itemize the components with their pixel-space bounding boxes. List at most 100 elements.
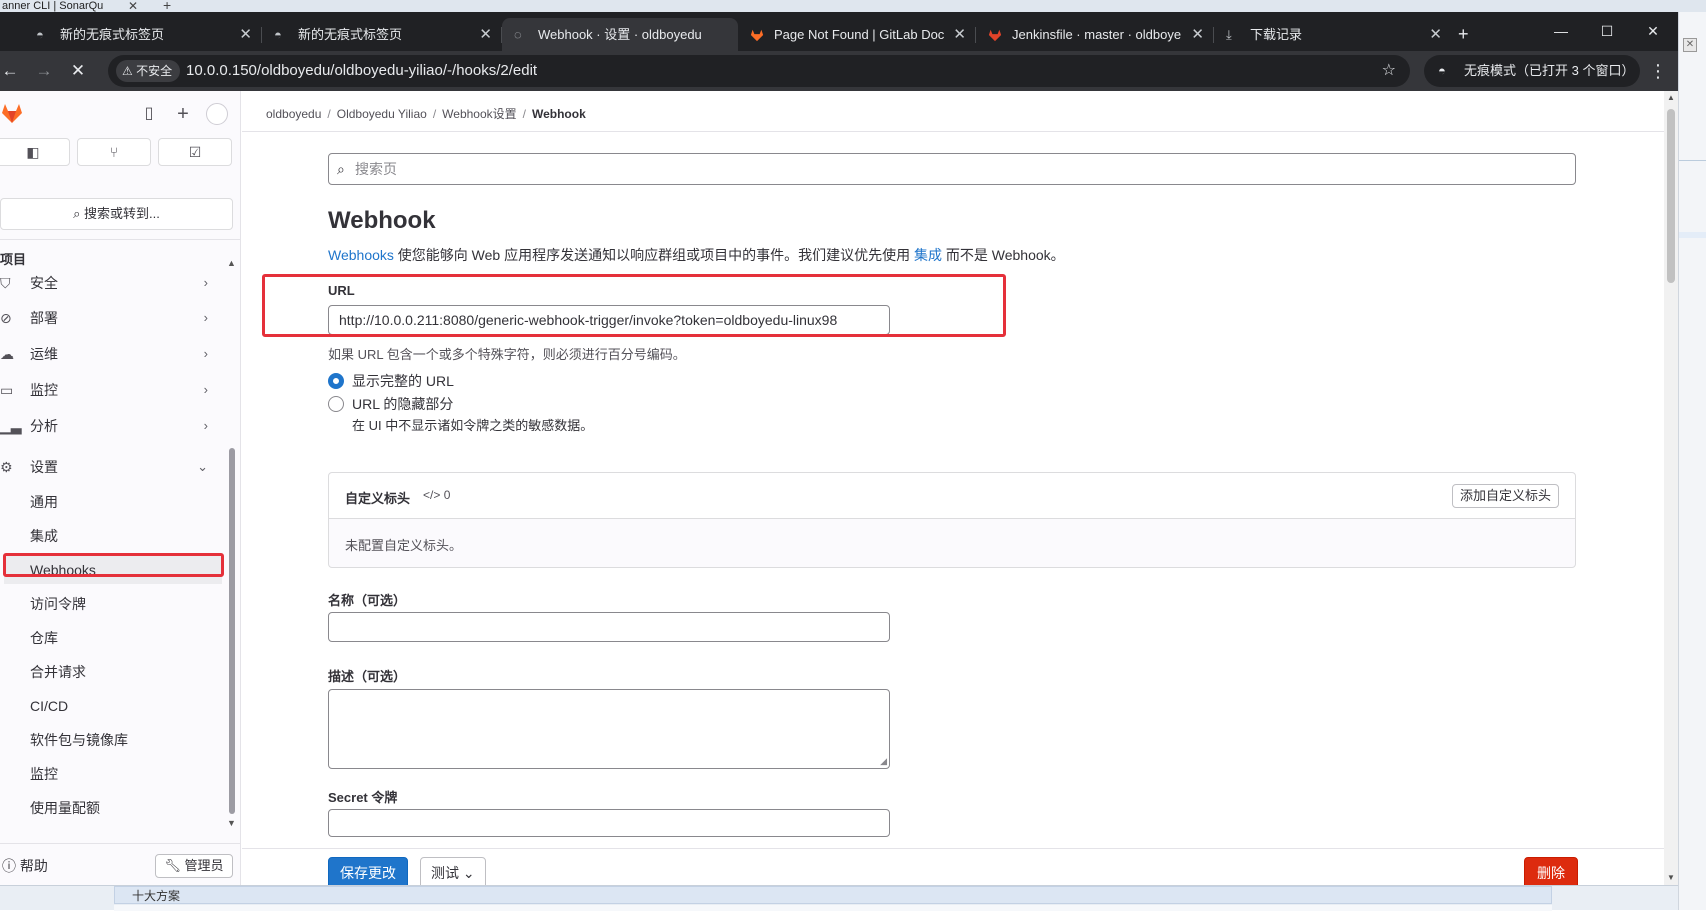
tab-jenkinsfile[interactable]: Jenkinsfile · master · oldboye ✕ <box>976 18 1214 51</box>
help-icon: ⓘ <box>2 858 20 874</box>
new-tab-button[interactable]: + <box>1458 18 1469 51</box>
address-bar[interactable]: ⚠ 不安全 10.0.0.150/oldboyedu/oldboyedu-yil… <box>108 55 1410 87</box>
background-window-strip: anner CLI | SonarQu ✕ + <box>0 0 1706 13</box>
integrations-link[interactable]: 集成 <box>914 247 942 263</box>
shield-icon: ⛉ <box>0 275 11 291</box>
monitor-icon: ▭ <box>0 382 14 398</box>
breadcrumb: oldboyedu / Oldboyedu Yiliao / Webhook设置 / Web… <box>266 107 586 121</box>
sidebar-sub-packages[interactable]: 软件包与镜像库 <box>30 726 128 754</box>
back-button[interactable]: ← <box>0 57 24 85</box>
browser-menu-icon[interactable]: ⋮ <box>1646 57 1670 85</box>
sidebar-item-operate[interactable]: ☁ 运维 › <box>0 339 222 369</box>
background-window-edge: ✕ <box>1678 12 1706 910</box>
search-or-goto[interactable]: ⌕ 搜索或转到... <box>0 198 233 230</box>
forward-button[interactable]: → <box>30 57 58 85</box>
todos-shortcut[interactable]: ☑ <box>158 138 232 166</box>
close-tab-icon[interactable]: ✕ <box>239 18 252 51</box>
chevron-right-icon: › <box>203 382 208 397</box>
chart-icon: ▁▃ <box>0 418 22 434</box>
close-window-button[interactable]: ✕ <box>1630 12 1676 51</box>
form-actions: 保存更改 测试 ⌄ 删除 <box>242 848 1664 885</box>
scroll-down-icon[interactable]: ▼ <box>227 818 236 828</box>
page-scrollbar[interactable]: ▲ ▼ <box>1664 91 1678 885</box>
scroll-up-icon[interactable]: ▲ <box>1667 93 1675 102</box>
admin-button[interactable]: 🔧︎ 管理员 <box>155 854 233 878</box>
close-tab-icon[interactable]: ✕ <box>1191 18 1204 51</box>
breadcrumb-project[interactable]: Oldboyedu Yiliao <box>337 107 427 121</box>
sidebar-item-security[interactable]: ⛉ 安全 › <box>0 268 222 298</box>
security-chip[interactable]: ⚠ 不安全 <box>116 60 181 82</box>
secret-token-field[interactable] <box>328 809 890 837</box>
sidebar-item-settings[interactable]: ⚙ 设置 ⌄ <box>0 452 222 482</box>
breadcrumb-current: Webhook <box>531 107 586 121</box>
description-textarea[interactable]: ◢ <box>328 689 890 769</box>
sidebar-sub-access-tokens[interactable]: 访问令牌 <box>30 590 86 618</box>
avatar[interactable] <box>206 103 228 125</box>
tab-downloads[interactable]: ⤓ 下载记录 ✕ <box>1214 18 1452 51</box>
maximize-button[interactable]: ☐ <box>1584 12 1630 51</box>
download-icon: ⤓ <box>1226 27 1232 42</box>
stop-loading-button[interactable]: ✕ <box>64 57 92 85</box>
test-dropdown-button[interactable]: 测试 ⌄ <box>420 857 486 885</box>
chevron-right-icon: › <box>203 275 208 290</box>
merge-requests-shortcut[interactable]: ⑂ <box>77 138 151 166</box>
scroll-up-icon[interactable]: ▲ <box>227 258 236 268</box>
tab-webhook-settings[interactable]: ◌ Webhook · 设置 · oldboyedu <box>502 18 738 51</box>
sidebar-footer: ⓘ 帮助 🔧︎ 管理员 <box>0 843 241 885</box>
collapse-sidebar-icon[interactable]: ▯ <box>138 103 160 125</box>
secret-token-label: Secret 令牌 <box>328 790 398 805</box>
incognito-indicator[interactable]: ◓ 无痕模式（已打开 3 个窗口） <box>1424 55 1640 87</box>
issues-shortcut[interactable]: ◧ <box>0 138 70 166</box>
tab-incognito-2[interactable]: ◓ 新的无痕式标签页 ✕ <box>262 18 502 51</box>
delete-button[interactable]: 删除 <box>1524 857 1578 885</box>
name-field[interactable] <box>328 612 890 642</box>
close-tab-icon[interactable]: ✕ <box>953 18 966 51</box>
sidebar-sub-repository[interactable]: 仓库 <box>30 624 58 652</box>
save-changes-button[interactable]: 保存更改 <box>328 857 408 885</box>
sidebar-sub-monitor[interactable]: 监控 <box>30 760 58 788</box>
close-tab-icon[interactable]: ✕ <box>1429 18 1442 51</box>
url-text[interactable]: 10.0.0.150/oldboyedu/oldboyedu-yiliao/-/… <box>186 55 537 87</box>
tab-bar: ◓ 新的无痕式标签页 ✕ ◓ 新的无痕式标签页 ✕ ◌ Webhook · 设置… <box>0 12 1678 51</box>
name-label: 名称（可选） <box>328 593 407 608</box>
search-icon: ⌕ <box>337 161 345 177</box>
sidebar-item-analyze[interactable]: ▁▃ 分析 › <box>0 411 222 441</box>
sidebar-sub-usage-quotas[interactable]: 使用量配额 <box>30 794 100 822</box>
close-tab-icon[interactable]: ✕ <box>479 18 492 51</box>
chevron-right-icon: › <box>203 418 208 433</box>
tab-incognito-1[interactable]: ◓ 新的无痕式标签页 ✕ <box>24 18 262 51</box>
gitlab-logo-icon[interactable] <box>0 101 24 125</box>
bookmark-star-icon[interactable]: ☆ <box>1382 55 1396 87</box>
breadcrumb-group[interactable]: oldboyedu <box>266 107 321 121</box>
url-help-text: 如果 URL 包含一个或多个特殊字符，则必须进行百分号编码。 <box>328 347 686 362</box>
add-custom-header-button[interactable]: 添加自定义标头 <box>1451 484 1559 508</box>
background-window-bottom: 十大方案 <box>0 885 1678 911</box>
custom-headers-panel: 自定义标头 </> 0 添加自定义标头 未配置自定义标头。 <box>328 472 1576 568</box>
gitlab-docs-icon <box>750 29 764 42</box>
minimize-button[interactable]: — <box>1538 12 1584 51</box>
sidebar-scrollbar[interactable]: ▲ ▼ <box>226 258 238 828</box>
wrench-icon: 🔧︎ <box>164 858 185 873</box>
gitlab-icon <box>988 29 1002 42</box>
search-icon: ⌕ <box>73 206 85 221</box>
resize-grip-icon[interactable]: ◢ <box>880 756 887 767</box>
description-label: 描述（可选） <box>328 669 407 684</box>
incognito-icon: ◓ <box>274 27 282 42</box>
breadcrumb-webhook-settings[interactable]: Webhook设置 <box>442 107 516 121</box>
sidebar-item-monitor[interactable]: ▭ 监控 › <box>0 375 222 405</box>
sidebar-sub-merge-requests[interactable]: 合并请求 <box>30 658 86 686</box>
scroll-down-icon[interactable]: ▼ <box>1667 873 1675 882</box>
help-link[interactable]: ⓘ 帮助 <box>2 856 48 876</box>
sidebar-sub-general[interactable]: 通用 <box>30 488 58 516</box>
main-content: oldboyedu / Oldboyedu Yiliao / Webhook设置 / Web… <box>242 91 1664 885</box>
sidebar-sub-integrations[interactable]: 集成 <box>30 522 58 550</box>
sidebar-item-deploy[interactable]: ⊘ 部署 › <box>0 303 222 333</box>
sidebar-sub-cicd[interactable]: CI/CD <box>30 692 68 720</box>
create-new-icon[interactable]: + <box>172 103 194 125</box>
webhooks-doc-link[interactable]: Webhooks <box>328 247 394 263</box>
merge-request-icon: ⑂ <box>109 144 119 160</box>
tab-gitlab-docs[interactable]: Page Not Found | GitLab Doc ✕ <box>738 18 976 51</box>
search-page-input[interactable]: ⌕ 搜索页 <box>328 153 1576 185</box>
highlight-annotation <box>262 274 1006 337</box>
close-icon: ✕ <box>1683 38 1697 52</box>
